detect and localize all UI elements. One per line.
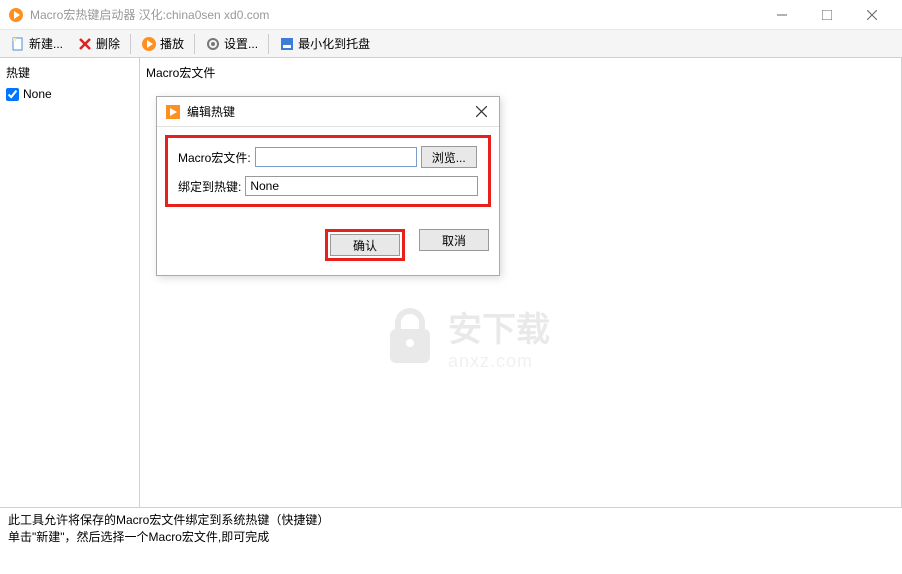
new-file-icon — [10, 36, 26, 52]
toolbar-separator — [130, 34, 131, 54]
footer-line1: 此工具允许将保存的Macro宏文件绑定到系统热键（快捷键） — [8, 512, 894, 529]
maximize-button[interactable] — [804, 1, 849, 29]
file-label: Macro宏文件: — [178, 149, 251, 166]
delete-label: 删除 — [96, 35, 120, 52]
macro-file-input[interactable] — [255, 147, 417, 167]
minimize-button[interactable] — [759, 1, 804, 29]
play-icon — [141, 36, 157, 52]
window-titlebar: Macro宏热键启动器 汉化:china0sen xd0.com — [0, 0, 902, 30]
play-button[interactable]: 播放 — [135, 33, 190, 54]
list-item-label: None — [23, 87, 52, 101]
cancel-button[interactable]: 取消 — [419, 229, 489, 251]
hotkey-bind-input[interactable] — [245, 176, 478, 196]
play-label: 播放 — [160, 35, 184, 52]
delete-icon — [77, 36, 93, 52]
dialog-icon — [165, 104, 181, 120]
list-item-checkbox[interactable] — [6, 88, 19, 101]
hotkey-header: 热键 — [6, 62, 133, 83]
dialog-footer: 确认 取消 — [157, 215, 499, 275]
app-icon — [8, 7, 24, 23]
close-button[interactable] — [849, 1, 894, 29]
toolbar-separator — [194, 34, 195, 54]
minimize-tray-button[interactable]: 最小化到托盘 — [273, 33, 376, 54]
new-button[interactable]: 新建... — [4, 33, 69, 54]
browse-button[interactable]: 浏览... — [421, 146, 477, 168]
footer-help: 此工具允许将保存的Macro宏文件绑定到系统热键（快捷键） 单击"新建"，然后选… — [0, 508, 902, 550]
new-label: 新建... — [29, 35, 63, 52]
window-controls — [759, 1, 894, 29]
bind-label: 绑定到热键: — [178, 178, 241, 195]
list-item[interactable]: None — [6, 87, 133, 101]
dialog-body: Macro宏文件: 浏览... 绑定到热键: — [157, 127, 499, 215]
close-icon — [476, 106, 487, 117]
dialog-titlebar: 编辑热键 — [157, 97, 499, 127]
tray-icon — [279, 36, 295, 52]
gear-icon — [205, 36, 221, 52]
minimize-tray-label: 最小化到托盘 — [298, 35, 370, 52]
dialog-title: 编辑热键 — [187, 103, 471, 120]
hotkey-column: 热键 None — [0, 58, 140, 507]
edit-hotkey-dialog: 编辑热键 Macro宏文件: 浏览... 绑定到热键: 确认 取消 — [156, 96, 500, 276]
dialog-close-button[interactable] — [471, 102, 491, 122]
bind-row: 绑定到热键: — [178, 176, 478, 196]
settings-button[interactable]: 设置... — [199, 33, 264, 54]
file-row: Macro宏文件: 浏览... — [178, 146, 478, 168]
toolbar: 新建... 删除 播放 设置... 最小化到托盘 — [0, 30, 902, 58]
highlight-box: Macro宏文件: 浏览... 绑定到热键: — [165, 135, 491, 207]
footer-line2: 单击"新建"，然后选择一个Macro宏文件,即可完成 — [8, 529, 894, 546]
toolbar-separator — [268, 34, 269, 54]
ok-button[interactable]: 确认 — [330, 234, 400, 256]
highlight-confirm: 确认 — [325, 229, 405, 261]
macro-file-header: Macro宏文件 — [146, 62, 895, 83]
settings-label: 设置... — [224, 35, 258, 52]
window-title: Macro宏热键启动器 汉化:china0sen xd0.com — [30, 6, 759, 23]
delete-button[interactable]: 删除 — [71, 33, 126, 54]
